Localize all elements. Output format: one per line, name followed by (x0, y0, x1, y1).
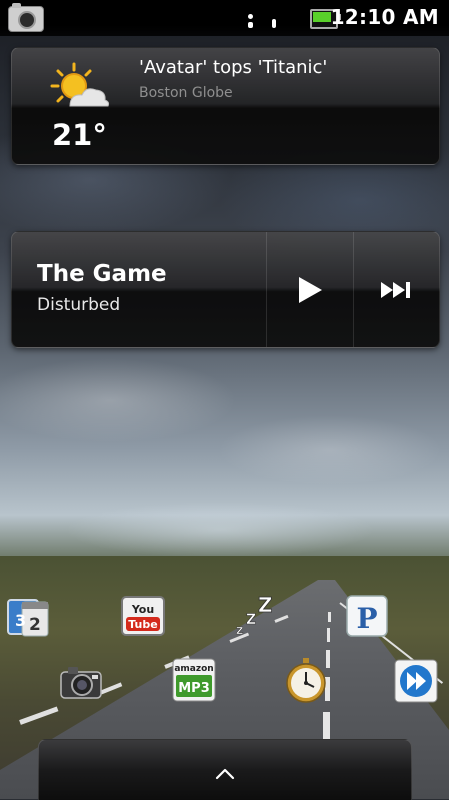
pandora-app-icon[interactable]: P (345, 594, 391, 640)
play-button[interactable] (267, 232, 353, 347)
zzz-letter: Z (236, 626, 243, 637)
youtube-text: Tube (128, 618, 157, 631)
app-drawer-handle[interactable] (38, 739, 412, 800)
weather-news-widget[interactable]: 21° 'Avatar' tops 'Titanic' Boston Globe (11, 47, 440, 165)
lane-dash (327, 628, 330, 642)
lane-dash (328, 612, 331, 622)
skip-next-icon (381, 281, 410, 298)
media-player-app-icon[interactable] (393, 658, 439, 704)
news-headline[interactable]: 'Avatar' tops 'Titanic' (139, 57, 327, 78)
calendar-digit: 2 (29, 615, 41, 635)
youtube-text: You (131, 603, 154, 616)
signal-dots-icon (248, 14, 253, 19)
partly-sunny-icon (50, 62, 110, 112)
chevron-up-icon (215, 768, 235, 780)
sleep-zzz-icon[interactable]: Z Z Z (232, 592, 280, 640)
skip-next-button[interactable] (354, 232, 438, 347)
camera-notification-icon[interactable] (8, 3, 44, 32)
zzz-letter: Z (258, 593, 273, 617)
play-icon (299, 276, 322, 303)
signal-dots-icon (272, 19, 276, 28)
song-artist: Disturbed (37, 295, 121, 315)
camera-app-icon[interactable] (58, 660, 104, 706)
amazon-text: amazon (174, 664, 213, 674)
music-widget[interactable]: The Game Disturbed (11, 231, 440, 348)
mp3-text: MP3 (178, 681, 210, 696)
amazon-mp3-app-icon[interactable]: amazon MP3 (171, 657, 217, 703)
status-bar: 12:10 AM (0, 0, 449, 36)
news-source: Boston Globe (139, 85, 233, 101)
calendar-digit: 3 (15, 611, 26, 630)
youtube-app-icon[interactable]: You Tube (120, 594, 166, 640)
temperature-label: 21° (52, 118, 107, 152)
pandora-letter: P (356, 602, 377, 635)
song-title: The Game (37, 261, 167, 287)
status-clock: 12:10 AM (330, 5, 439, 29)
alarm-clock-app-icon[interactable] (282, 656, 330, 704)
calendar-app-icon[interactable]: 3 2 (6, 594, 52, 640)
signal-dots-icon (248, 22, 253, 28)
zzz-letter: Z (246, 612, 256, 628)
